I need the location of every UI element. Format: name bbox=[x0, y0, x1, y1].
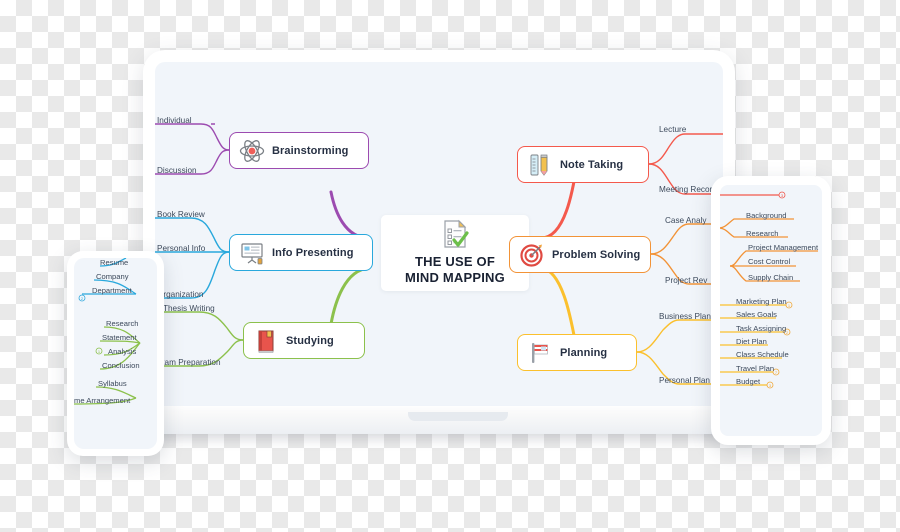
tablet-item-task-assigning[interactable]: Task Assigning bbox=[736, 324, 786, 333]
checklist-document-icon bbox=[442, 219, 469, 248]
flag-icon bbox=[527, 340, 553, 366]
laptop-trackpad-notch bbox=[408, 412, 508, 421]
node-studying[interactable]: Studying bbox=[243, 322, 365, 359]
atom-icon bbox=[239, 138, 265, 164]
tablet-item-supply-chain[interactable]: Supply Chain bbox=[748, 273, 793, 282]
phone-item-time-arrangement[interactable]: Time Arrangement bbox=[74, 396, 130, 405]
leaf-thesis-writing[interactable]: Thesis Writing bbox=[163, 304, 215, 313]
tablet-item-marketing-plan[interactable]: Marketing Plan bbox=[736, 297, 787, 306]
node-brainstorming[interactable]: Brainstorming bbox=[229, 132, 369, 169]
tablet-item-diet-plan[interactable]: Diet Plan bbox=[736, 337, 767, 346]
leaf-case-analysis[interactable]: Case Analy bbox=[665, 216, 706, 225]
phone-device: 2 1 Resume Company Department Research S… bbox=[67, 251, 164, 456]
node-label: Brainstorming bbox=[272, 144, 349, 157]
tablet-device: 3 1 2 7 3 Background Research Project Ma… bbox=[711, 176, 831, 445]
leaf-book-review[interactable]: Book Review bbox=[157, 210, 205, 219]
phone-item-analysis[interactable]: Analysis bbox=[108, 347, 136, 356]
node-label: Studying bbox=[286, 334, 334, 347]
node-note-taking[interactable]: Note Taking bbox=[517, 146, 649, 183]
center-title-line1: THE USE OF bbox=[414, 254, 495, 269]
node-label: Info Presenting bbox=[272, 246, 354, 259]
leaf-individual[interactable]: Individual bbox=[157, 116, 192, 125]
presentation-board-icon bbox=[239, 240, 265, 266]
tablet-item-budget[interactable]: Budget bbox=[736, 377, 760, 386]
leaf-business-plan[interactable]: Business Plan bbox=[659, 312, 711, 321]
mindmap-canvas[interactable]: THE USE OF MIND MAPPING Brainstorming In… bbox=[155, 62, 723, 406]
phone-item-research[interactable]: Research bbox=[106, 319, 139, 328]
node-planning[interactable]: Planning bbox=[517, 334, 637, 371]
tablet-item-background[interactable]: Background bbox=[746, 211, 787, 220]
tablet-item-class-schedule[interactable]: Class Schedule bbox=[736, 350, 789, 359]
tablet-item-project-management[interactable]: Project Management bbox=[748, 243, 818, 252]
tablet-item-research[interactable]: Research bbox=[746, 229, 779, 238]
phone-item-statement[interactable]: Statement bbox=[102, 333, 137, 342]
tablet-item-cost-control[interactable]: Cost Control bbox=[748, 257, 790, 266]
tablet-mindmap[interactable]: 3 1 2 7 3 Background Research Project Ma… bbox=[720, 185, 822, 436]
tablet-item-sales-goals[interactable]: Sales Goals bbox=[736, 310, 777, 319]
node-problem-solving[interactable]: Problem Solving bbox=[509, 236, 651, 273]
leaf-personal-info[interactable]: Personal Info bbox=[157, 244, 205, 253]
leaf-meeting-record[interactable]: Meeting Record bbox=[659, 185, 717, 194]
node-label: Note Taking bbox=[560, 158, 624, 171]
laptop-screen: THE USE OF MIND MAPPING Brainstorming In… bbox=[155, 62, 723, 406]
phone-screen: 2 1 Resume Company Department Research S… bbox=[74, 258, 157, 449]
phone-item-resume[interactable]: Resume bbox=[100, 258, 128, 267]
leaf-discussion[interactable]: Discussion bbox=[157, 166, 197, 175]
tablet-screen: 3 1 2 7 3 Background Research Project Ma… bbox=[720, 185, 822, 436]
phone-item-conclusion[interactable]: Conclusion bbox=[102, 361, 140, 370]
leaf-personal-plan[interactable]: Personal Plan bbox=[659, 376, 710, 385]
leaf-project-review[interactable]: Project Rev bbox=[665, 276, 707, 285]
book-icon bbox=[253, 328, 279, 354]
target-dart-icon bbox=[519, 242, 545, 268]
node-label: Problem Solving bbox=[552, 248, 641, 261]
tablet-item-travel-plan[interactable]: Travel Plan bbox=[736, 364, 774, 373]
leaf-lecture[interactable]: Lecture bbox=[659, 125, 686, 134]
phone-item-department[interactable]: Department bbox=[92, 286, 132, 295]
leaf-exam-preparation[interactable]: Exam Preparation bbox=[155, 358, 221, 367]
center-node[interactable]: THE USE OF MIND MAPPING bbox=[381, 215, 529, 291]
node-label: Planning bbox=[560, 346, 608, 359]
phone-item-syllabus[interactable]: Syllabus bbox=[98, 379, 127, 388]
node-info-presenting[interactable]: Info Presenting bbox=[229, 234, 373, 271]
laptop-lid: THE USE OF MIND MAPPING Brainstorming In… bbox=[143, 50, 735, 420]
center-title-line2: MIND MAPPING bbox=[405, 270, 505, 285]
laptop-device: THE USE OF MIND MAPPING Brainstorming In… bbox=[125, 50, 753, 440]
ruler-pencil-icon bbox=[527, 152, 553, 178]
phone-item-company[interactable]: Company bbox=[96, 272, 129, 281]
phone-mindmap[interactable]: 2 1 Resume Company Department Research S… bbox=[74, 258, 157, 449]
